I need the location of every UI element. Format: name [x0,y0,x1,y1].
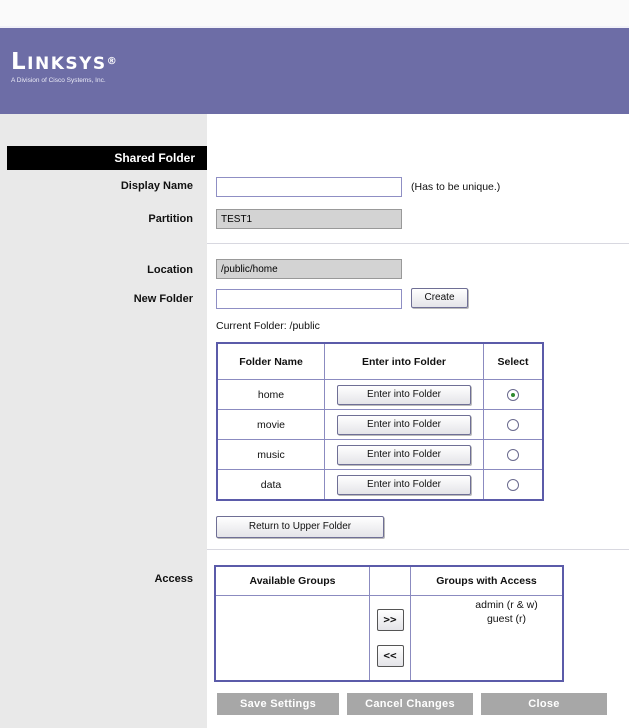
table-row: home Enter into Folder [216,379,544,410]
folder-name-cell: data [216,469,325,501]
folder-select-radio[interactable] [507,418,519,431]
folder-name-cell: music [216,439,325,470]
location-label: Location [147,264,193,276]
header-banner: LINKSYS® A Division of Cisco Systems, In… [0,26,629,116]
cancel-changes-button[interactable]: Cancel Changes [347,693,473,715]
current-folder-text: Current Folder: /public [216,320,320,332]
folder-select-radio[interactable] [507,388,519,401]
transfer-cell: >> << [369,595,411,682]
folder-table: Folder Name Enter into Folder Select hom… [216,342,544,501]
enter-folder-cell: Enter into Folder [324,439,484,470]
display-name-label: Display Name [120,180,193,192]
new-folder-input[interactable] [216,289,402,309]
enter-folder-button[interactable]: Enter into Folder [337,444,471,465]
close-button[interactable]: Close [481,693,607,715]
enter-folder-button[interactable]: Enter into Folder [337,384,471,405]
enter-folder-button[interactable]: Enter into Folder [337,474,471,495]
display-name-note: (Has to be unique.) [411,181,501,193]
enter-folder-cell: Enter into Folder [324,379,484,410]
section-title: Shared Folder [7,146,207,170]
folder-name-cell: movie [216,409,325,440]
col-enter-folder: Enter into Folder [324,342,484,380]
divider [207,549,629,550]
access-table: Available Groups Groups with Access >> <… [214,565,564,682]
partition-field [216,209,402,229]
new-folder-label: New Folder [133,293,193,305]
table-row: movie Enter into Folder [216,409,544,440]
col-groups-with-access: Groups with Access [410,565,564,596]
table-row: data Enter into Folder [216,469,544,501]
col-transfer [369,565,411,596]
col-folder-name: Folder Name [216,342,325,380]
select-cell [483,409,544,440]
col-select: Select [483,342,544,380]
list-item[interactable]: guest (r) [411,612,562,626]
remove-group-button[interactable]: << [376,645,404,667]
access-table-body: >> << admin (r & w) guest (r) [214,595,564,682]
folder-name-cell: home [216,379,325,410]
access-table-header: Available Groups Groups with Access [214,565,564,596]
folder-select-radio[interactable] [507,448,519,461]
col-available-groups: Available Groups [214,565,370,596]
select-cell [483,379,544,410]
return-upper-folder-button[interactable]: Return to Upper Folder [216,516,384,538]
divider [207,243,629,244]
brand-subtitle: A Division of Cisco Systems, Inc. [11,77,106,84]
enter-folder-button[interactable]: Enter into Folder [337,414,471,435]
save-settings-button[interactable]: Save Settings [217,693,339,715]
enter-folder-cell: Enter into Folder [324,469,484,501]
display-name-input[interactable] [216,177,402,197]
create-button[interactable]: Create [411,288,468,308]
add-group-button[interactable]: >> [376,609,404,631]
groups-with-access-list[interactable]: admin (r & w) guest (r) [410,595,564,682]
linksys-logo: LINKSYS® A Division of Cisco Systems, In… [11,49,119,84]
select-cell [483,439,544,470]
folder-table-header: Folder Name Enter into Folder Select [216,342,544,380]
folder-select-radio[interactable] [507,478,519,491]
select-cell [483,469,544,501]
top-strip [0,0,629,26]
access-label: Access [154,573,193,585]
left-label-panel [0,114,207,728]
table-row: music Enter into Folder [216,439,544,470]
partition-label: Partition [148,213,193,225]
available-groups-list[interactable] [214,595,370,682]
location-field [216,259,402,279]
enter-folder-cell: Enter into Folder [324,409,484,440]
list-item[interactable]: admin (r & w) [411,598,562,612]
